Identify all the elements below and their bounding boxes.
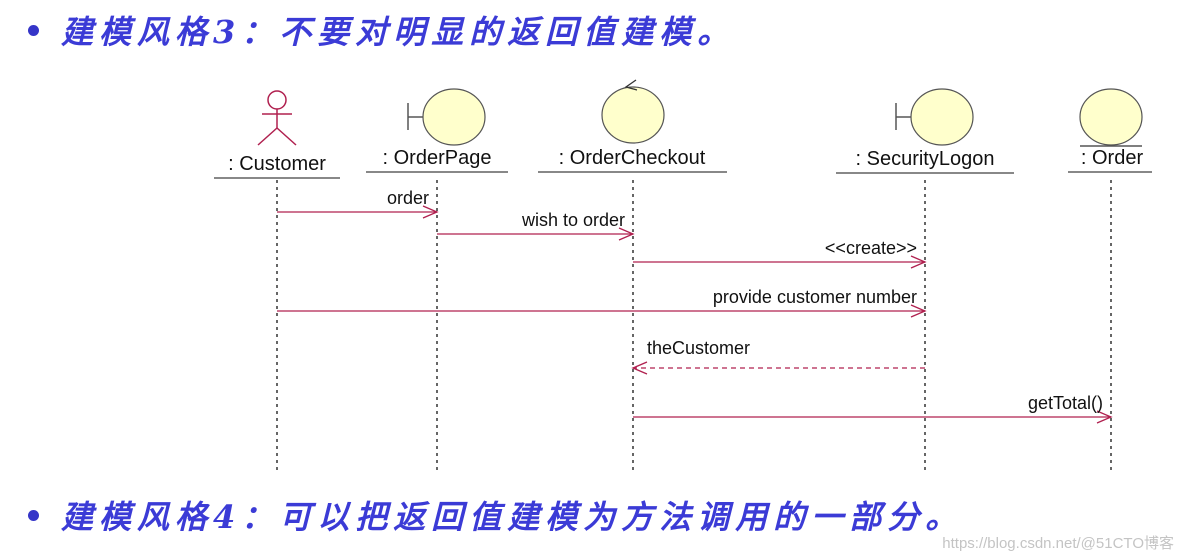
participant-orderpage: : OrderPage (366, 88, 508, 472)
participant-ordercheckout: : OrderCheckout (538, 79, 727, 472)
participant-order: : Order (1068, 88, 1152, 472)
message-label: provide customer number (713, 287, 917, 307)
boundary-icon (910, 88, 974, 146)
heading-bottom-text: 建模风格4：可以把返回值建模为方法调用的一部分。 (61, 498, 964, 536)
participant-label: : Customer (228, 153, 326, 175)
message-label: order (387, 188, 429, 208)
message-label: getTotal() (1028, 393, 1103, 413)
actor-leg-left (257, 127, 278, 146)
message-0: order (277, 188, 439, 219)
participant-securitylogon: : SecurityLogon (836, 88, 1014, 472)
participant-customer: : Customer (214, 90, 340, 472)
message-3: provide customer number (277, 287, 927, 318)
entity-icon (1079, 88, 1143, 146)
actor-head-icon (267, 90, 287, 110)
heading-bottom: 建模风格4：可以把返回值建模为方法调用的一部分。 (0, 493, 963, 537)
boundary-icon (422, 88, 486, 146)
participant-label: : OrderPage (383, 147, 492, 169)
message-label: <<create>> (825, 238, 917, 258)
actor-leg-right (276, 127, 297, 146)
participant-label: : Order (1081, 147, 1144, 169)
participant-label: : SecurityLogon (856, 148, 995, 170)
control-icon (601, 86, 665, 144)
bullet-icon (28, 509, 39, 521)
participant-label: : OrderCheckout (559, 147, 706, 169)
message-4: theCustomer (631, 338, 925, 375)
message-label: wish to order (521, 210, 625, 230)
sequence-diagram: : Customer : OrderPage : OrderCheckout : Se… (214, 79, 1152, 472)
message-5: getTotal() (633, 393, 1113, 424)
message-1: wish to order (437, 210, 635, 241)
message-2: <<create>> (633, 238, 927, 269)
watermark: https://blog.csdn.net/@51CTO博客 (942, 535, 1174, 552)
message-label: theCustomer (647, 338, 750, 358)
